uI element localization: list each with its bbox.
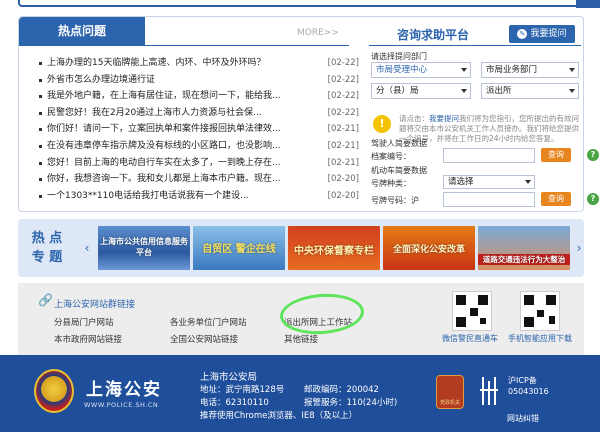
list-item[interactable]: 外省市怎么办理边境通行证 [02-22]: [39, 72, 359, 89]
wechat-qr-code[interactable]: [452, 291, 492, 331]
chevron-down-icon: [569, 89, 575, 93]
banner-police-reform[interactable]: 全面深化公安改革: [383, 226, 475, 270]
footer-zip: 邮政编码：200042: [304, 385, 379, 395]
consult-divider: [369, 45, 581, 46]
info-icon: !: [373, 115, 391, 133]
list-item[interactable]: 你们好！请问一下，立案回执单和案件接报回执单法律效... [02-21]: [39, 121, 359, 138]
search-bar-edge: [18, 0, 582, 7]
dept-select-station[interactable]: 派出所: [481, 83, 579, 99]
list-item[interactable]: 我是外地户籍，在上海有居住证，现在想问一下，能给我... [02-22]: [39, 88, 359, 105]
link-icon: 🔗: [38, 293, 53, 307]
main-panel: 热点问题 MORE>> 上海办理的15天临牌能上高速、内环、中环及外环吗？ [02…: [18, 16, 599, 213]
consult-title: 咨询求助平台: [397, 28, 470, 42]
link-district-sites[interactable]: 分县局门户网站: [54, 316, 114, 328]
ask-question-button[interactable]: ✎ 我要提问: [509, 25, 575, 43]
link-national-police[interactable]: 全国公安网站链接: [170, 333, 238, 345]
app-qr-code[interactable]: [520, 291, 560, 331]
link-gov-sites[interactable]: 本市政府网站链接: [54, 333, 122, 345]
footer-org: 上海市公安局: [200, 372, 258, 383]
dept-label: 请选择提问部门: [371, 52, 427, 61]
plate-type-label: 号牌种类：: [371, 179, 411, 188]
dept-select-city-bureau[interactable]: 市局业务部门: [481, 62, 579, 78]
icp-number[interactable]: 沪ICP备 05043016: [508, 375, 549, 397]
footer: 上海公安 WWW.POLICE.SH.CN 上海市公安局 地址：武宁南路128号…: [0, 355, 600, 432]
banner-env-inspection[interactable]: 中央环保督察专栏: [288, 226, 380, 270]
plate-no-label: 号牌号码：沪: [371, 196, 419, 205]
more-link[interactable]: MORE>>: [297, 28, 339, 38]
police-emblem-icon: [34, 369, 74, 413]
chevron-down-icon: [525, 180, 531, 184]
hot-topics-bar: 热 点专 题 ‹ 上海市公共信用信息服务平台 自贸区 警企在线 中央环保督察专栏…: [18, 219, 584, 277]
footer-url[interactable]: WWW.POLICE.SH.CN: [84, 401, 158, 409]
app-qr-caption[interactable]: 手机智能应用下载: [508, 333, 572, 344]
banner-ftz[interactable]: 自贸区 警企在线: [193, 226, 285, 270]
footer-hotline: 报警服务：110(24小时): [304, 398, 398, 408]
driver-label: 驾驶人简要数据: [371, 139, 427, 148]
icp-logo-icon[interactable]: [480, 375, 504, 407]
footer-address: 地址：武宁南路128号: [200, 385, 285, 395]
banner-traffic-crackdown[interactable]: 道路交通违法行为大整治: [478, 226, 570, 270]
wechat-qr-caption[interactable]: 微信警民直通车: [442, 333, 498, 344]
list-item[interactable]: 在没有违章停车指示牌及没有标线的小区路口，也没影响... [02-21]: [39, 138, 359, 155]
site-error-report[interactable]: 网站纠错: [507, 413, 539, 424]
gov-badge-text: 党政机关: [439, 400, 460, 406]
footer-browser: 推荐使用Chrome浏览器、IE8（及以上）: [200, 411, 358, 421]
chevron-left-icon[interactable]: ‹: [82, 241, 92, 255]
help-icon[interactable]: ?: [587, 193, 599, 205]
chevron-down-icon: [461, 68, 467, 72]
link-unit-sites[interactable]: 各业务单位门户网站: [170, 316, 247, 328]
vehicle-query-button[interactable]: 查询: [541, 192, 571, 206]
footer-tel: 电话：62310110: [200, 398, 269, 408]
gov-badge-icon[interactable]: 党政机关: [436, 375, 464, 409]
archive-input[interactable]: [443, 148, 535, 163]
banner-credit-platform[interactable]: 上海市公共信用信息服务平台: [98, 226, 190, 270]
help-icon[interactable]: ?: [587, 149, 599, 161]
chevron-right-icon[interactable]: ›: [574, 241, 584, 255]
hot-divider: [19, 45, 349, 46]
chevron-down-icon: [569, 68, 575, 72]
dept-select-city-center[interactable]: 市局受理中心: [371, 62, 471, 78]
top-bar-accent: [576, 0, 600, 8]
plate-no-input[interactable]: [443, 192, 535, 207]
hot-topics-label: 热 点专 题: [31, 231, 63, 265]
list-item[interactable]: 上海办理的15天临牌能上高速、内环、中环及外环吗？ [02-22]: [39, 55, 359, 72]
link-others[interactable]: 其他链接: [284, 333, 318, 345]
ask-tip-link[interactable]: 我要提问: [429, 114, 459, 123]
consult-panel: 咨询求助平台 ✎ 我要提问 请选择提问部门 市局受理中心 市局业务部门 分（县）局…: [363, 17, 599, 213]
footer-brand: 上海公安: [86, 380, 162, 400]
dept-select-district[interactable]: 分（县）局: [371, 83, 471, 99]
list-item[interactable]: 一个1303**110电话给我打电话说我有一个建设... [02-20]: [39, 188, 359, 205]
hot-questions-tab[interactable]: 热点问题: [19, 17, 145, 45]
chevron-down-icon: [461, 89, 467, 93]
ask-label: 我要提问: [530, 29, 567, 39]
links-title: 上海公安网站群链接: [54, 300, 136, 310]
driver-query-button[interactable]: 查询: [541, 148, 571, 162]
list-item[interactable]: 你好，我想咨询一下。我和女儿都是上海本市户籍。现在... [02-20]: [39, 171, 359, 188]
top-bar: [0, 0, 600, 14]
list-item[interactable]: 您好！目前上海的电动自行车实在太多了，一到晚上存在... [02-21]: [39, 155, 359, 172]
list-item[interactable]: 民警您好！我在2月20通过上海市人力资源与社会保... [02-22]: [39, 105, 359, 122]
pen-icon: ✎: [517, 29, 528, 39]
archive-label: 档案编号：: [371, 152, 411, 161]
question-list: 上海办理的15天临牌能上高速、内环、中环及外环吗？ [02-22] 外省市怎么办理…: [39, 55, 359, 204]
vehicle-label: 机动车简要数据: [371, 166, 427, 175]
plate-type-select[interactable]: 请选择: [443, 175, 535, 189]
